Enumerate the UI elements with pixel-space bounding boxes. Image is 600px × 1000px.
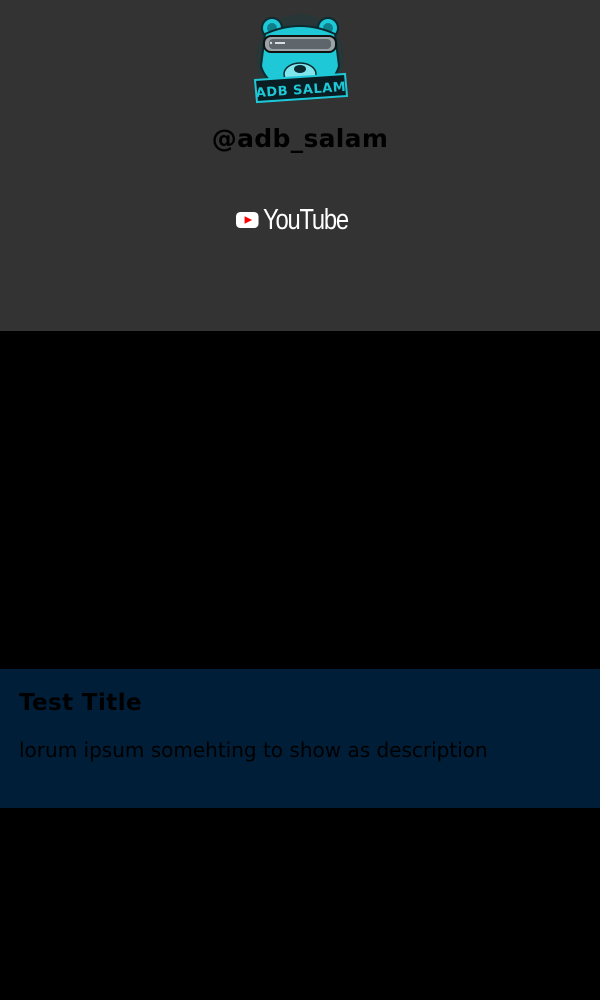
bear-vr-mascot-icon: ADB SALAM <box>253 14 349 104</box>
video-embed-area[interactable] <box>0 331 600 669</box>
youtube-link[interactable]: YouTube <box>236 200 366 240</box>
card-title: Test Title <box>19 690 142 716</box>
card-description: lorum ipsum somehting to show as descrip… <box>19 738 488 762</box>
page: ADB SALAM @adb_salam YouTube Test Title … <box>0 0 600 1000</box>
profile-handle: @adb_salam <box>211 124 389 153</box>
video-info-card: Test Title lorum ipsum somehting to show… <box>0 669 600 808</box>
youtube-play-icon <box>236 211 259 229</box>
footer-area <box>0 808 600 1000</box>
profile-header: ADB SALAM @adb_salam YouTube <box>0 0 600 331</box>
youtube-label: YouTube <box>262 203 349 236</box>
